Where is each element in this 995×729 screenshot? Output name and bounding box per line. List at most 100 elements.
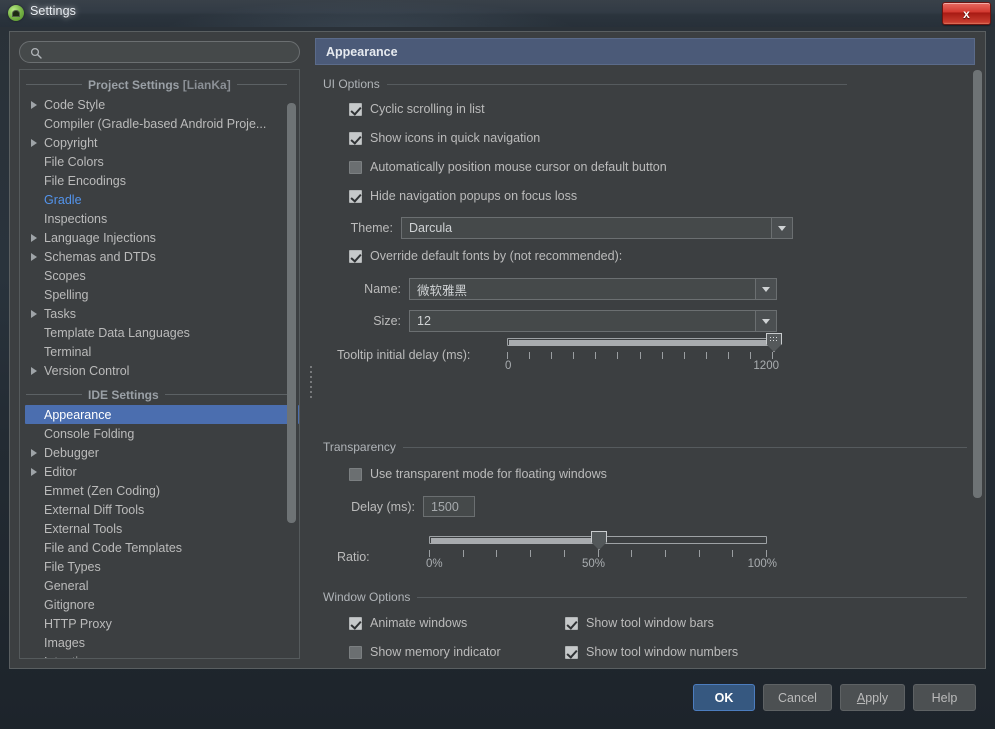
field-font-size: Size: 12 xyxy=(349,310,777,332)
sidebar-item-gradle[interactable]: Gradle xyxy=(20,190,299,209)
cancel-button[interactable]: Cancel xyxy=(763,684,832,711)
checkbox-box[interactable] xyxy=(349,468,362,481)
sidebar-item-tasks[interactable]: Tasks xyxy=(20,304,299,323)
sidebar-scrollbar[interactable] xyxy=(287,71,298,659)
sidebar-item-debugger[interactable]: Debugger xyxy=(20,443,299,462)
slider-fill xyxy=(431,538,599,544)
sidebar-item-external-diff-tools[interactable]: External Diff Tools xyxy=(20,500,299,519)
checkbox-use-transparent-mode[interactable]: Use transparent mode for floating window… xyxy=(349,467,607,481)
sidebar-item-template-data-languages[interactable]: Template Data Languages xyxy=(20,323,299,342)
tree-indent xyxy=(28,481,44,500)
help-button-label: Help xyxy=(932,691,958,705)
chevron-down-icon[interactable] xyxy=(771,218,792,238)
slider-track[interactable] xyxy=(507,338,773,346)
checkbox-show-icons-quick-nav[interactable]: Show icons in quick navigation xyxy=(349,131,540,145)
sidebar-item-terminal[interactable]: Terminal xyxy=(20,342,299,361)
tree-indent xyxy=(28,285,44,304)
sidebar-item-emmet-zen-coding[interactable]: Emmet (Zen Coding) xyxy=(20,481,299,500)
slider-thumb[interactable] xyxy=(766,333,782,352)
sidebar-item-http-proxy[interactable]: HTTP Proxy xyxy=(20,614,299,633)
slider-ticks xyxy=(507,352,773,359)
checkbox-box[interactable] xyxy=(349,132,362,145)
help-button[interactable]: Help xyxy=(913,684,976,711)
sidebar-item-compiler-gradle-based-android-proje[interactable]: Compiler (Gradle-based Android Proje... xyxy=(20,114,299,133)
expand-arrow-icon[interactable] xyxy=(28,361,44,380)
field-transparency-delay: Delay (ms): 1500 xyxy=(337,496,475,517)
expand-arrow-icon[interactable] xyxy=(28,228,44,247)
checkbox-show-tool-window-numbers[interactable]: Show tool window numbers xyxy=(565,645,738,659)
sidebar-item-file-colors[interactable]: File Colors xyxy=(20,152,299,171)
sidebar-item-schemas-and-dtds[interactable]: Schemas and DTDs xyxy=(20,247,299,266)
checkbox-box[interactable] xyxy=(349,250,362,263)
checkbox-cyclic-scrolling[interactable]: Cyclic scrolling in list xyxy=(349,102,485,116)
sidebar-item-scopes[interactable]: Scopes xyxy=(20,266,299,285)
chevron-down-icon[interactable] xyxy=(755,279,776,299)
search-input[interactable] xyxy=(48,45,292,63)
panel-scrollbar-thumb[interactable] xyxy=(973,70,982,498)
checkbox-override-fonts[interactable]: Override default fonts by (not recommend… xyxy=(349,249,622,263)
theme-label: Theme: xyxy=(337,221,393,235)
font-name-dropdown[interactable]: 微软雅黑 xyxy=(409,278,777,300)
ok-button[interactable]: OK xyxy=(693,684,755,711)
checkbox-hide-nav-popups[interactable]: Hide navigation popups on focus loss xyxy=(349,189,577,203)
checkbox-box[interactable] xyxy=(349,617,362,630)
sidebar-item-console-folding[interactable]: Console Folding xyxy=(20,424,299,443)
expand-arrow-icon[interactable] xyxy=(28,462,44,481)
expand-arrow-icon[interactable] xyxy=(28,247,44,266)
sidebar-item-label: File Types xyxy=(44,560,101,574)
sidebar-item-general[interactable]: General xyxy=(20,576,299,595)
checkbox-box[interactable] xyxy=(349,103,362,116)
sidebar-item-language-injections[interactable]: Language Injections xyxy=(20,228,299,247)
sidebar-item-editor[interactable]: Editor xyxy=(20,462,299,481)
tooltip-delay-label-row: Tooltip initial delay (ms): xyxy=(337,348,470,362)
checkbox-show-tool-window-bars[interactable]: Show tool window bars xyxy=(565,616,714,630)
checkbox-animate-windows[interactable]: Animate windows xyxy=(349,616,467,630)
sidebar-item-intentions[interactable]: Intentions xyxy=(20,652,299,659)
slider-thumb[interactable] xyxy=(591,531,607,550)
tree-indent xyxy=(28,652,44,659)
expand-arrow-icon[interactable] xyxy=(28,304,44,323)
settings-tree[interactable]: Project Settings [LianKa]Code StyleCompi… xyxy=(19,69,300,659)
checkbox-label: Show tool window bars xyxy=(586,616,714,630)
delay-input[interactable]: 1500 xyxy=(423,496,475,517)
checkbox-box[interactable] xyxy=(565,617,578,630)
slider-tick xyxy=(665,550,666,557)
slider-tick xyxy=(732,550,733,557)
sidebar-item-external-tools[interactable]: External Tools xyxy=(20,519,299,538)
sidebar-item-file-types[interactable]: File Types xyxy=(20,557,299,576)
sidebar-item-label: HTTP Proxy xyxy=(44,617,112,631)
checkbox-box[interactable] xyxy=(349,646,362,659)
checkbox-box[interactable] xyxy=(349,161,362,174)
sidebar-item-version-control[interactable]: Version Control xyxy=(20,361,299,380)
sidebar-item-images[interactable]: Images xyxy=(20,633,299,652)
theme-dropdown[interactable]: Darcula xyxy=(401,217,793,239)
checkbox-auto-position-cursor[interactable]: Automatically position mouse cursor on d… xyxy=(349,160,667,174)
search-box[interactable] xyxy=(19,41,300,63)
expand-arrow-icon[interactable] xyxy=(28,443,44,462)
sidebar-item-copyright[interactable]: Copyright xyxy=(20,133,299,152)
chevron-down-icon[interactable] xyxy=(755,311,776,331)
sidebar-item-label: Copyright xyxy=(44,136,98,150)
sidebar-item-spelling[interactable]: Spelling xyxy=(20,285,299,304)
font-size-dropdown[interactable]: 12 xyxy=(409,310,777,332)
checkbox-box[interactable] xyxy=(349,190,362,203)
close-button[interactable]: x xyxy=(942,2,991,25)
sidebar-item-gitignore[interactable]: Gitignore xyxy=(20,595,299,614)
checkbox-show-memory-indicator[interactable]: Show memory indicator xyxy=(349,645,501,659)
sidebar-item-label: Images xyxy=(44,636,85,650)
expand-arrow-icon[interactable] xyxy=(28,133,44,152)
apply-button[interactable]: Apply xyxy=(840,684,905,711)
slider-mid-label: 50% xyxy=(582,558,605,570)
sidebar-item-file-encodings[interactable]: File Encodings xyxy=(20,171,299,190)
sidebar-item-code-style[interactable]: Code Style xyxy=(20,95,299,114)
expand-arrow-icon[interactable] xyxy=(28,95,44,114)
slider-min-label: 0 xyxy=(505,360,511,372)
sidebar-scrollbar-thumb[interactable] xyxy=(287,103,296,523)
sidebar-item-appearance[interactable]: Appearance xyxy=(25,405,299,424)
pane-splitter[interactable] xyxy=(309,366,314,400)
sidebar-item-label: Console Folding xyxy=(44,427,134,441)
slider-min-label: 0% xyxy=(426,558,443,570)
sidebar-item-inspections[interactable]: Inspections xyxy=(20,209,299,228)
checkbox-box[interactable] xyxy=(565,646,578,659)
sidebar-item-file-and-code-templates[interactable]: File and Code Templates xyxy=(20,538,299,557)
